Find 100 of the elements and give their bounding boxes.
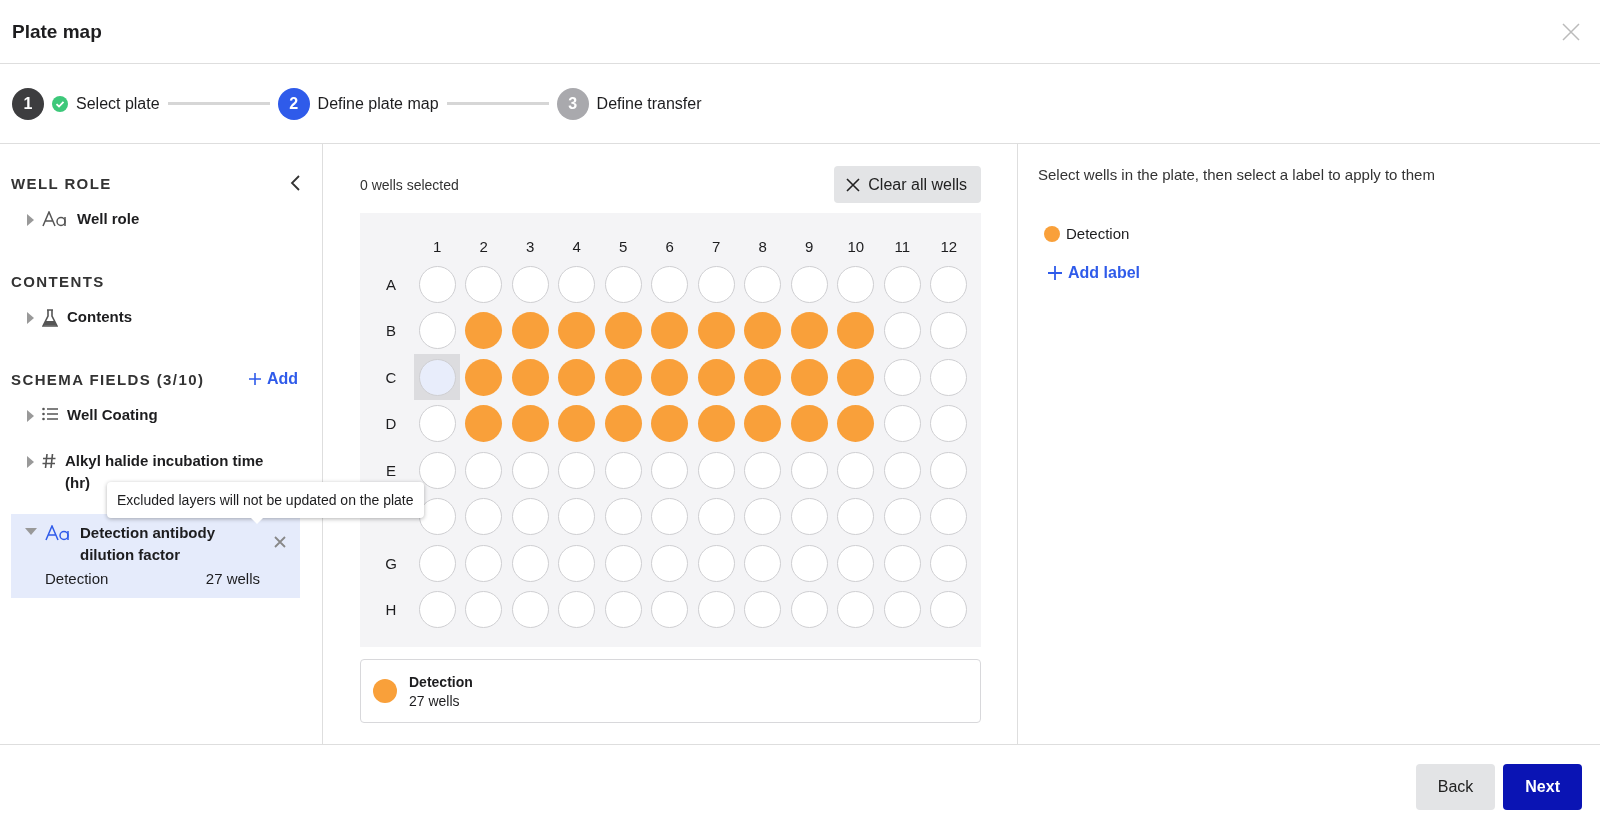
add-label-button[interactable]: Add label	[1046, 264, 1142, 282]
well[interactable]	[697, 358, 735, 396]
well[interactable]	[511, 405, 549, 443]
well[interactable]	[604, 358, 642, 396]
collapse-icon[interactable]	[290, 175, 300, 191]
caret-icon[interactable]	[27, 214, 34, 226]
layer-item[interactable]: Contents	[11, 298, 300, 336]
well[interactable]	[790, 358, 828, 396]
well[interactable]	[883, 544, 921, 582]
well[interactable]	[604, 591, 642, 629]
step-label[interactable]: Select plate	[76, 94, 160, 113]
well[interactable]	[837, 358, 875, 396]
well[interactable]	[465, 544, 503, 582]
well[interactable]	[837, 498, 875, 536]
well[interactable]	[930, 405, 968, 443]
caret-icon[interactable]	[27, 456, 34, 468]
well[interactable]	[837, 451, 875, 489]
well[interactable]	[651, 451, 689, 489]
well[interactable]	[883, 358, 921, 396]
well[interactable]	[744, 591, 782, 629]
well[interactable]	[558, 265, 596, 303]
well[interactable]	[744, 498, 782, 536]
well[interactable]	[511, 265, 549, 303]
well[interactable]	[604, 405, 642, 443]
step-label[interactable]: Define transfer	[596, 94, 702, 113]
well[interactable]	[511, 312, 549, 350]
well[interactable]	[883, 265, 921, 303]
well[interactable]	[930, 358, 968, 396]
well[interactable]	[790, 591, 828, 629]
well[interactable]	[418, 451, 456, 489]
well[interactable]	[744, 405, 782, 443]
well[interactable]	[558, 498, 596, 536]
well[interactable]	[465, 405, 503, 443]
label-name[interactable]: Detection	[1066, 225, 1130, 242]
well[interactable]	[651, 405, 689, 443]
layer-item[interactable]: Well role	[11, 200, 300, 238]
step-label[interactable]: Define plate map	[317, 94, 439, 113]
well[interactable]	[790, 265, 828, 303]
well[interactable]	[697, 312, 735, 350]
well[interactable]	[930, 498, 968, 536]
well[interactable]	[930, 544, 968, 582]
well[interactable]	[790, 544, 828, 582]
close-icon[interactable]	[274, 536, 286, 548]
well[interactable]	[837, 405, 875, 443]
well[interactable]	[790, 498, 828, 536]
well[interactable]	[744, 358, 782, 396]
well[interactable]	[418, 498, 456, 536]
well[interactable]	[697, 405, 735, 443]
clear-wells-button[interactable]: Clear all wells	[834, 166, 981, 203]
well[interactable]	[930, 451, 968, 489]
well[interactable]	[418, 405, 456, 443]
well[interactable]	[697, 498, 735, 536]
layer-item[interactable]: Well Coating	[11, 396, 300, 434]
well[interactable]	[465, 312, 503, 350]
well[interactable]	[465, 498, 503, 536]
well[interactable]	[465, 451, 503, 489]
well[interactable]	[697, 265, 735, 303]
caret-icon[interactable]	[27, 312, 34, 324]
caret-icon[interactable]	[27, 410, 34, 422]
caret-icon[interactable]	[25, 528, 37, 536]
well[interactable]	[697, 591, 735, 629]
well[interactable]	[558, 405, 596, 443]
well[interactable]	[651, 265, 689, 303]
well[interactable]	[930, 312, 968, 350]
well[interactable]	[558, 312, 596, 350]
well[interactable]	[883, 591, 921, 629]
well[interactable]	[558, 544, 596, 582]
well[interactable]	[558, 451, 596, 489]
well[interactable]	[837, 312, 875, 350]
well[interactable]	[418, 265, 456, 303]
well[interactable]	[558, 358, 596, 396]
selected-layer[interactable]: Detection antibody dilution factor Detection 27 wells	[11, 514, 300, 598]
well[interactable]	[604, 544, 642, 582]
well[interactable]	[837, 591, 875, 629]
well[interactable]	[883, 498, 921, 536]
well[interactable]	[418, 591, 456, 629]
well[interactable]	[883, 405, 921, 443]
well[interactable]	[604, 312, 642, 350]
well[interactable]	[558, 591, 596, 629]
well[interactable]	[744, 451, 782, 489]
well[interactable]	[651, 358, 689, 396]
well[interactable]	[414, 354, 461, 401]
well[interactable]	[837, 265, 875, 303]
well[interactable]	[511, 591, 549, 629]
well[interactable]	[837, 544, 875, 582]
well[interactable]	[511, 451, 549, 489]
well[interactable]	[930, 265, 968, 303]
well[interactable]	[883, 312, 921, 350]
well[interactable]	[790, 312, 828, 350]
well[interactable]	[604, 451, 642, 489]
well[interactable]	[697, 451, 735, 489]
well[interactable]	[744, 265, 782, 303]
well[interactable]	[651, 498, 689, 536]
well[interactable]	[511, 358, 549, 396]
well[interactable]	[651, 312, 689, 350]
back-button[interactable]: Back	[1415, 763, 1496, 810]
well[interactable]	[604, 265, 642, 303]
close-icon[interactable]	[1562, 22, 1580, 41]
well[interactable]	[744, 544, 782, 582]
well[interactable]	[465, 358, 503, 396]
